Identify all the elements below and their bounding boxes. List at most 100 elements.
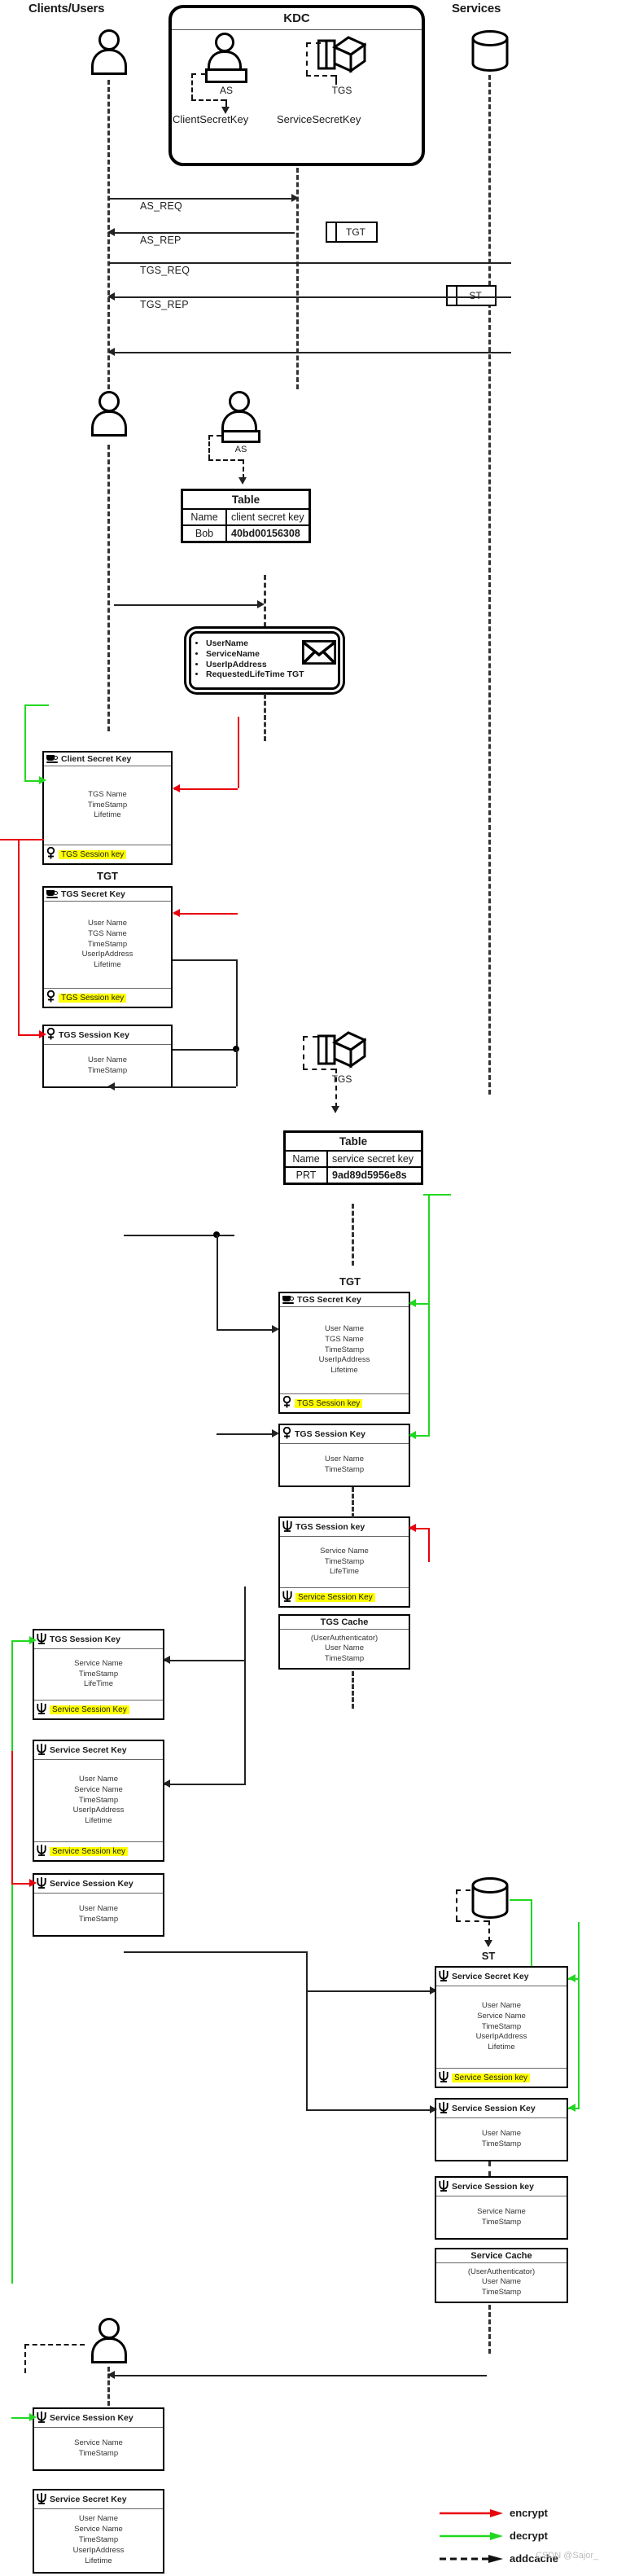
tgt2-in-vline <box>217 1235 218 1329</box>
tgs-label: TGS <box>331 85 352 96</box>
encrypt-vline-1 <box>238 717 239 788</box>
tgs2-loop-top <box>303 1036 317 1038</box>
packet-body-line: User Name <box>78 2514 119 2524</box>
service-secret-key-table: Table Name service secret key PRT 9ad89d… <box>283 1130 423 1185</box>
psi-icon <box>282 1520 292 1534</box>
as2-loop-top <box>208 435 221 437</box>
psi-icon <box>37 1844 46 1858</box>
column-header-clients: Clients/Users <box>28 2 105 15</box>
decrypt-arrowhead-2 <box>409 1299 416 1307</box>
packet-foot-label: TGS Session key <box>59 849 127 859</box>
packet-foot-label: Service Session Key <box>50 1705 129 1714</box>
bottom-dash-hline <box>24 2344 85 2346</box>
as-rep-arrow <box>109 232 295 234</box>
session-out-hline <box>173 1049 236 1051</box>
legend-encrypt: encrypt <box>440 2507 548 2519</box>
service-table-cell-name: PRT <box>286 1168 328 1183</box>
packet-body-line: Lifetime <box>85 1816 112 1826</box>
packet-service-secret-key-3: Service Secret Key User Name Service Nam… <box>33 2489 164 2574</box>
client-table-header-row: Name client secret key <box>183 510 308 524</box>
return-arrowhead-1 <box>107 1082 115 1091</box>
tgt-section-label-2: TGT <box>339 1275 361 1288</box>
packet-tgs-session-key-4: TGS Session Key Service Name TimeStamp L… <box>33 1629 164 1720</box>
psi-icon <box>282 1590 292 1604</box>
as2-loop-bottom <box>208 459 243 461</box>
tgs-cache-title: TGS Cache <box>280 1616 409 1630</box>
st-in-hline2 <box>306 1990 433 1992</box>
packet-body-line: Service Name <box>320 1546 369 1556</box>
decrypt-arrowhead-3 <box>409 1431 416 1439</box>
packet-body-line: Lifetime <box>94 810 121 820</box>
decrypt-vline-6 <box>578 1978 580 2108</box>
packet-body-line: User Name <box>78 1903 119 1913</box>
packet-head-label: Service Session Key <box>50 2413 133 2423</box>
st-in-hline <box>124 1951 308 1953</box>
packet-body-line: TGS Name <box>88 789 127 799</box>
tgt-token-top: TGT <box>326 222 378 243</box>
kdc-lifeline-3 <box>264 694 266 741</box>
psi-icon <box>37 1632 46 1647</box>
service-table-title: Table <box>286 1133 421 1152</box>
packet-head-label: TGS Session Key <box>50 1635 120 1644</box>
packet-body-line: TimeStamp <box>324 1345 365 1354</box>
kdc-divider <box>172 29 422 30</box>
packet-head-label: Service Secret Key <box>50 1745 127 1755</box>
watermark: CSDN @Sajor_ <box>536 2551 599 2561</box>
services-db-icon-2 <box>470 1876 510 1920</box>
legend-encrypt-arrow <box>440 2508 503 2517</box>
ssk1-in-vline <box>244 1660 246 1784</box>
as-label-2: AS <box>234 445 247 454</box>
as-req-label: AS_REQ <box>140 200 182 212</box>
encrypt-arrowhead-2 <box>173 909 180 917</box>
decrypt-vline-1 <box>24 704 26 780</box>
legend-decrypt: decrypt <box>440 2530 548 2542</box>
packet-head-label: Service Secret Key <box>50 2495 127 2504</box>
services-lifeline-2 <box>488 2161 491 2176</box>
tgt-out-vline <box>236 959 238 1049</box>
packet-body-line: TimeStamp <box>78 2448 119 2458</box>
venus-icon <box>282 1395 291 1411</box>
tgs2-loop-vline <box>303 1036 304 1069</box>
coffee-cup-icon <box>46 754 58 764</box>
tgs-rep-label: TGS_REP <box>140 299 189 310</box>
packet-head-label: Service Session Key <box>452 2104 536 2113</box>
packet-head-label: Service Secret Key <box>452 1972 529 1981</box>
tgt-token-label: TGT <box>346 226 365 238</box>
tgs-cube-icon <box>317 33 368 75</box>
tgs-loop-vline <box>306 42 308 75</box>
packet-body-line: Lifetime <box>488 2043 515 2052</box>
packet-body-line: Service Name <box>74 2525 123 2534</box>
tgt-out-hline <box>173 959 236 961</box>
ssk1-in-arrowhead <box>163 1780 170 1788</box>
packet-body-line: User Name <box>481 2128 522 2138</box>
tgs-loop-bottom <box>306 75 335 77</box>
venus-icon <box>282 1426 291 1442</box>
as-req-arrowhead <box>291 194 299 202</box>
st-node-label: ST <box>481 1950 496 1962</box>
packet-tgs-session-key-3: TGS Session key Service Name TimeStamp L… <box>278 1516 410 1608</box>
encrypt-hline-1b <box>0 839 44 840</box>
packet-body-line: UserIpAddress <box>475 2032 527 2042</box>
as-loop-vline <box>191 73 193 99</box>
msg-item-lifetime: RequestedLifeTime TGT <box>206 669 335 680</box>
packet-head-label: Client Secret Key <box>61 754 132 764</box>
cache-body-line: (UserAuthenticator) <box>467 2267 536 2276</box>
service-reply-arrowhead <box>107 2371 115 2379</box>
packet-tgs-session-key-2: TGS Session Key User Name TimeStamp <box>278 1424 410 1487</box>
packet-body-line: UserIpAddress <box>81 950 133 959</box>
packet-body-line: Service Name <box>477 2011 526 2021</box>
as2-loop-vline <box>208 435 210 459</box>
service-table-row: PRT 9ad89d5956e8s <box>286 1166 421 1183</box>
ssk2-in-hline <box>306 2109 433 2111</box>
service-cache-title: Service Cache <box>436 2249 567 2263</box>
packet-body-line: UserIpAddress <box>318 1355 370 1365</box>
service-secret-key-label: ServiceSecretKey <box>277 113 361 125</box>
bottom-dash-vline <box>24 2344 26 2373</box>
psi-icon <box>439 1969 449 1984</box>
venus-icon <box>46 990 55 1005</box>
decrypt-vline-5b <box>578 1922 580 1979</box>
decrypt-arrowhead-4 <box>29 1636 37 1644</box>
client-secret-key-label: ClientSecretKey <box>173 113 249 125</box>
service-cache-box: Service Cache (UserAuthenticator) User N… <box>435 2248 568 2303</box>
psi-icon <box>37 1743 46 1758</box>
